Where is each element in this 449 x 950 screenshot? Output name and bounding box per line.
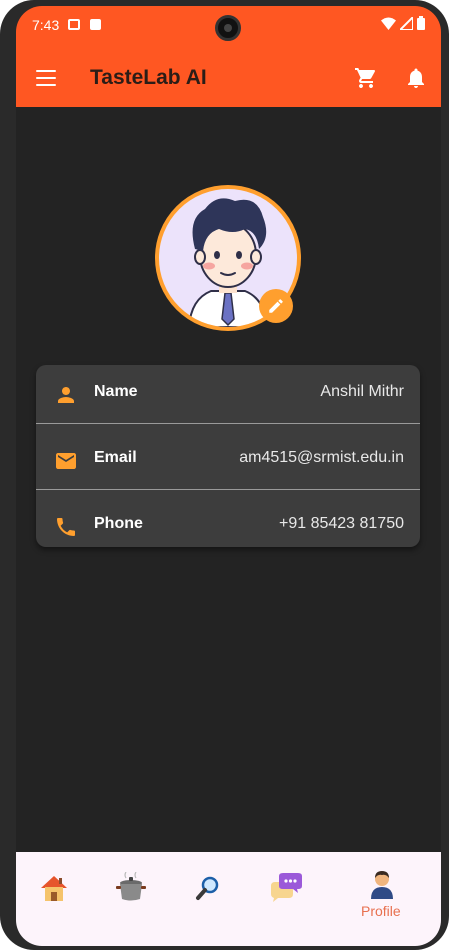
nav-home[interactable] — [34, 868, 74, 908]
email-row: Email am4515@srmist.edu.in — [36, 431, 420, 491]
app-title: TasteLab AI — [90, 66, 207, 89]
email-label: Email — [94, 449, 137, 466]
profile-info-card: Name Anshil Mithr Email am4515@srmist.ed… — [36, 365, 420, 547]
chat-bubbles-icon — [271, 873, 302, 902]
home-icon — [41, 876, 67, 901]
wifi-icon — [381, 17, 396, 30]
menu-icon[interactable] — [36, 70, 56, 87]
divider — [36, 423, 420, 424]
phone-icon — [57, 518, 75, 536]
notifications-bell-icon[interactable] — [404, 66, 428, 90]
phone-label: Phone — [94, 515, 143, 532]
cooking-pot-icon — [116, 872, 146, 901]
sd-card-icon — [90, 19, 101, 30]
divider — [36, 489, 420, 490]
edit-avatar-button[interactable] — [259, 289, 293, 323]
nav-cook[interactable] — [111, 868, 151, 908]
mail-icon — [56, 453, 76, 469]
nav-chat[interactable] — [266, 868, 306, 908]
signal-icon — [400, 16, 413, 30]
nav-profile[interactable] — [362, 864, 402, 904]
magnifier-icon — [196, 876, 219, 900]
status-time: 7:43 — [32, 17, 60, 33]
profile-icon — [371, 871, 393, 899]
status-bar: 7:43 — [16, 6, 441, 46]
phone-row: Phone +91 85423 81750 — [36, 497, 420, 557]
status-icons — [381, 16, 425, 30]
app-bar: TasteLab AI — [16, 60, 441, 100]
nav-search[interactable] — [188, 868, 228, 908]
name-label: Name — [94, 383, 138, 400]
battery-icon — [417, 16, 425, 30]
screen: 7:43 TasteLab AI Name Anshil Mithr Email… — [16, 6, 441, 946]
name-value: Anshil Mithr — [320, 383, 404, 400]
nav-profile-label[interactable]: Profile — [361, 903, 401, 919]
bottom-navigation: Profile — [16, 852, 441, 946]
cart-icon[interactable] — [354, 66, 378, 90]
device-frame: 7:43 TasteLab AI Name Anshil Mithr Email… — [0, 0, 449, 950]
profile-avatar[interactable] — [155, 185, 301, 331]
phone-value: +91 85423 81750 — [278, 515, 404, 532]
person-icon — [58, 387, 74, 403]
front-camera — [215, 15, 241, 41]
pencil-icon — [269, 299, 283, 313]
notification-icon — [68, 19, 80, 30]
email-value: am4515@srmist.edu.in — [239, 449, 404, 466]
top-bar: 7:43 TasteLab AI — [16, 6, 441, 107]
name-row: Name Anshil Mithr — [36, 365, 420, 425]
